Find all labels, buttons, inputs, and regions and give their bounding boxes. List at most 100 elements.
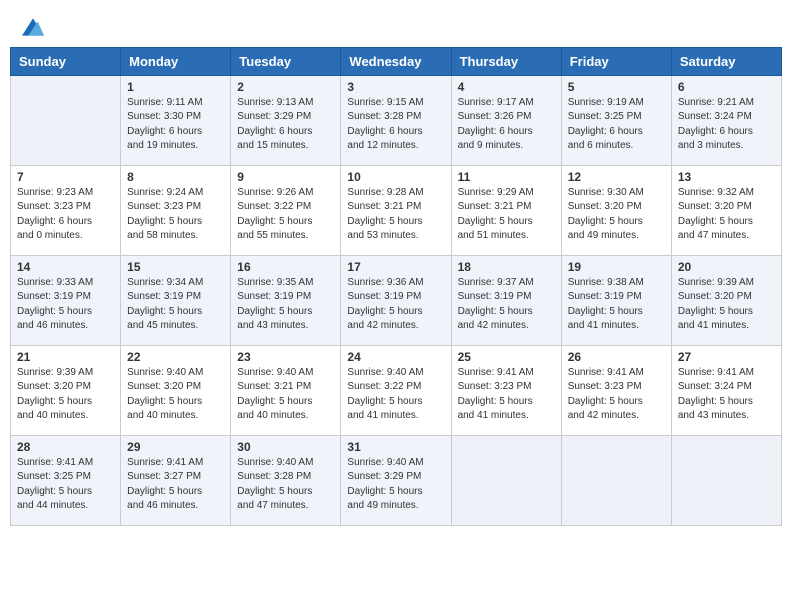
calendar-table: SundayMondayTuesdayWednesdayThursdayFrid… [10, 47, 782, 526]
calendar-cell: 24Sunrise: 9:40 AM Sunset: 3:22 PM Dayli… [341, 345, 451, 435]
calendar-cell: 13 Sunrise: 9:32 AM Sunset: 3:20 PM Dayli… [671, 165, 781, 255]
day-number: 24 [347, 350, 444, 364]
day-number: 22 [127, 350, 224, 364]
day-info: Sunrise: 9:40 AM Sunset: 3:20 PM Dayligh… [127, 366, 224, 424]
calendar-cell [561, 435, 671, 525]
day-info: Sunrise: 9:37 AM Sunset: 3:19 PM Dayligh… [458, 276, 555, 334]
day-number: 25 [458, 350, 555, 364]
calendar-cell: 1 Sunrise: 9:11 AM Sunset: 3:30 PM Daylig… [121, 75, 231, 165]
calendar-cell [11, 75, 121, 165]
calendar-cell: 23 Sunrise: 9:40 AM Sunset: 3:21 PM Dayli… [231, 345, 341, 435]
day-info: Sunrise: 9:40 AM Sunset: 3:21 PM Dayligh… [237, 366, 334, 424]
day-number: 19 [568, 260, 665, 274]
day-number: 10 [347, 170, 444, 184]
header-tuesday: Tuesday [231, 47, 341, 75]
calendar-cell: 12 Sunrise: 9:30 AM Sunset: 3:20 PM Dayli… [561, 165, 671, 255]
day-number: 7 [17, 170, 114, 184]
day-number: 30 [237, 440, 334, 454]
day-number: 16 [237, 260, 334, 274]
calendar-cell [451, 435, 561, 525]
logo-icon [22, 18, 44, 36]
day-number: 13 [678, 170, 775, 184]
calendar-week-row: 14 Sunrise: 9:33 AM Sunset: 3:19 PM Dayli… [11, 255, 782, 345]
day-info: Sunrise: 9:19 AM Sunset: 3:25 PM Dayligh… [568, 96, 665, 154]
day-info: Sunrise: 9:32 AM Sunset: 3:20 PM Dayligh… [678, 186, 775, 244]
day-number: 23 [237, 350, 334, 364]
day-info: Sunrise: 9:34 AM Sunset: 3:19 PM Dayligh… [127, 276, 224, 334]
day-info: Sunrise: 9:39 AM Sunset: 3:20 PM Dayligh… [678, 276, 775, 334]
day-info: Sunrise: 9:28 AM Sunset: 3:21 PM Dayligh… [347, 186, 444, 244]
day-number: 6 [678, 80, 775, 94]
day-info: Sunrise: 9:41 AM Sunset: 3:25 PM Dayligh… [17, 456, 114, 514]
calendar-cell: 5 Sunrise: 9:19 AM Sunset: 3:25 PM Daylig… [561, 75, 671, 165]
day-number: 15 [127, 260, 224, 274]
calendar-cell: 29 Sunrise: 9:41 AM Sunset: 3:27 PM Dayli… [121, 435, 231, 525]
day-info: Sunrise: 9:41 AM Sunset: 3:23 PM Dayligh… [568, 366, 665, 424]
calendar-cell: 8 Sunrise: 9:24 AM Sunset: 3:23 PM Daylig… [121, 165, 231, 255]
header-saturday: Saturday [671, 47, 781, 75]
calendar-week-row: 1 Sunrise: 9:11 AM Sunset: 3:30 PM Daylig… [11, 75, 782, 165]
day-info: Sunrise: 9:33 AM Sunset: 3:19 PM Dayligh… [17, 276, 114, 334]
calendar-cell: 21Sunrise: 9:39 AM Sunset: 3:20 PM Dayli… [11, 345, 121, 435]
day-number: 29 [127, 440, 224, 454]
day-number: 9 [237, 170, 334, 184]
day-number: 14 [17, 260, 114, 274]
day-info: Sunrise: 9:29 AM Sunset: 3:21 PM Dayligh… [458, 186, 555, 244]
day-info: Sunrise: 9:41 AM Sunset: 3:23 PM Dayligh… [458, 366, 555, 424]
day-info: Sunrise: 9:35 AM Sunset: 3:19 PM Dayligh… [237, 276, 334, 334]
day-number: 2 [237, 80, 334, 94]
calendar-cell: 28 Sunrise: 9:41 AM Sunset: 3:25 PM Dayli… [11, 435, 121, 525]
day-number: 31 [347, 440, 444, 454]
header-monday: Monday [121, 47, 231, 75]
day-info: Sunrise: 9:23 AM Sunset: 3:23 PM Dayligh… [17, 186, 114, 244]
day-info: Sunrise: 9:38 AM Sunset: 3:19 PM Dayligh… [568, 276, 665, 334]
day-info: Sunrise: 9:30 AM Sunset: 3:20 PM Dayligh… [568, 186, 665, 244]
day-number: 20 [678, 260, 775, 274]
calendar-cell: 9Sunrise: 9:26 AM Sunset: 3:22 PM Daylig… [231, 165, 341, 255]
header-thursday: Thursday [451, 47, 561, 75]
calendar-cell: 30Sunrise: 9:40 AM Sunset: 3:28 PM Dayli… [231, 435, 341, 525]
day-number: 3 [347, 80, 444, 94]
day-number: 27 [678, 350, 775, 364]
day-number: 18 [458, 260, 555, 274]
day-info: Sunrise: 9:36 AM Sunset: 3:19 PM Dayligh… [347, 276, 444, 334]
day-number: 1 [127, 80, 224, 94]
calendar-cell: 17Sunrise: 9:36 AM Sunset: 3:19 PM Dayli… [341, 255, 451, 345]
day-info: Sunrise: 9:17 AM Sunset: 3:26 PM Dayligh… [458, 96, 555, 154]
day-info: Sunrise: 9:11 AM Sunset: 3:30 PM Dayligh… [127, 96, 224, 154]
calendar-cell: 25 Sunrise: 9:41 AM Sunset: 3:23 PM Dayli… [451, 345, 561, 435]
day-number: 12 [568, 170, 665, 184]
calendar-week-row: 7 Sunrise: 9:23 AM Sunset: 3:23 PM Daylig… [11, 165, 782, 255]
day-info: Sunrise: 9:15 AM Sunset: 3:28 PM Dayligh… [347, 96, 444, 154]
day-number: 8 [127, 170, 224, 184]
day-number: 26 [568, 350, 665, 364]
header [10, 10, 782, 41]
calendar-header-row: SundayMondayTuesdayWednesdayThursdayFrid… [11, 47, 782, 75]
calendar-cell: 20 Sunrise: 9:39 AM Sunset: 3:20 PM Dayli… [671, 255, 781, 345]
calendar-cell [671, 435, 781, 525]
calendar-cell: 6Sunrise: 9:21 AM Sunset: 3:24 PM Daylig… [671, 75, 781, 165]
calendar-cell: 16 Sunrise: 9:35 AM Sunset: 3:19 PM Dayli… [231, 255, 341, 345]
calendar-cell: 31 Sunrise: 9:40 AM Sunset: 3:29 PM Dayli… [341, 435, 451, 525]
calendar-cell: 22 Sunrise: 9:40 AM Sunset: 3:20 PM Dayli… [121, 345, 231, 435]
calendar-cell: 2Sunrise: 9:13 AM Sunset: 3:29 PM Daylig… [231, 75, 341, 165]
calendar-cell: 15 Sunrise: 9:34 AM Sunset: 3:19 PM Dayli… [121, 255, 231, 345]
day-number: 4 [458, 80, 555, 94]
calendar-cell: 27Sunrise: 9:41 AM Sunset: 3:24 PM Dayli… [671, 345, 781, 435]
calendar-cell: 10 Sunrise: 9:28 AM Sunset: 3:21 PM Dayli… [341, 165, 451, 255]
header-sunday: Sunday [11, 47, 121, 75]
day-info: Sunrise: 9:24 AM Sunset: 3:23 PM Dayligh… [127, 186, 224, 244]
day-number: 28 [17, 440, 114, 454]
day-info: Sunrise: 9:41 AM Sunset: 3:27 PM Dayligh… [127, 456, 224, 514]
day-number: 11 [458, 170, 555, 184]
calendar-cell: 11 Sunrise: 9:29 AM Sunset: 3:21 PM Dayli… [451, 165, 561, 255]
calendar-cell: 26 Sunrise: 9:41 AM Sunset: 3:23 PM Dayli… [561, 345, 671, 435]
calendar-cell: 4 Sunrise: 9:17 AM Sunset: 3:26 PM Daylig… [451, 75, 561, 165]
day-number: 5 [568, 80, 665, 94]
day-info: Sunrise: 9:39 AM Sunset: 3:20 PM Dayligh… [17, 366, 114, 424]
calendar-week-row: 21Sunrise: 9:39 AM Sunset: 3:20 PM Dayli… [11, 345, 782, 435]
calendar-cell: 19 Sunrise: 9:38 AM Sunset: 3:19 PM Dayli… [561, 255, 671, 345]
day-info: Sunrise: 9:40 AM Sunset: 3:29 PM Dayligh… [347, 456, 444, 514]
calendar-cell: 7 Sunrise: 9:23 AM Sunset: 3:23 PM Daylig… [11, 165, 121, 255]
header-friday: Friday [561, 47, 671, 75]
